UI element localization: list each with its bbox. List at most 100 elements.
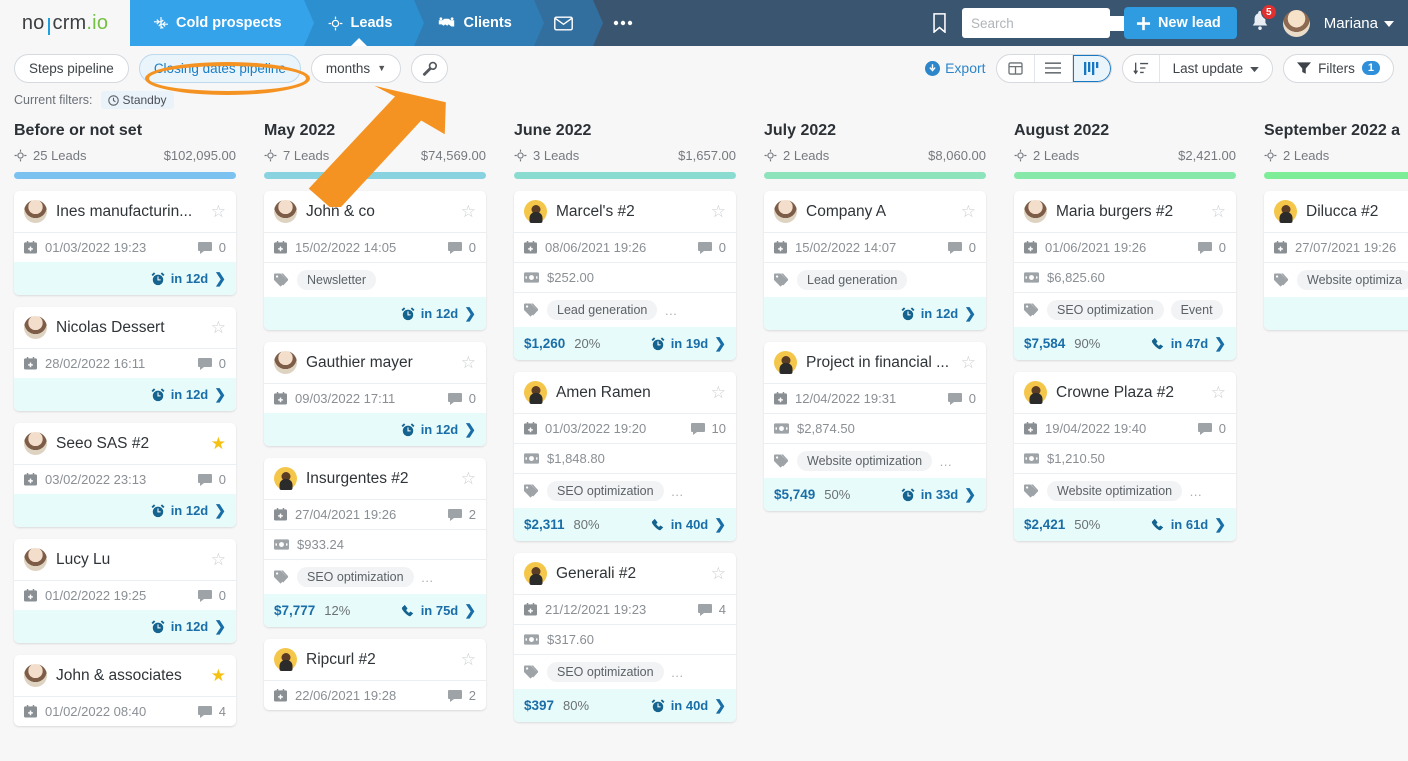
tag-chip[interactable]: Website optimiza xyxy=(1297,270,1408,290)
tags-overflow-indicator[interactable]: … xyxy=(671,484,685,499)
lead-card-footer[interactable]: $7,584 90% in 47d ❯ xyxy=(1014,327,1236,360)
user-menu[interactable]: Mariana xyxy=(1324,15,1394,32)
pipeline-column[interactable]: September 2022 a 2 Leads Dilucca #2☆ 27/07/… xyxy=(1250,122,1408,761)
lead-card-next-action[interactable]: in 33d ❯ xyxy=(901,486,976,503)
chevron-right-icon[interactable]: ❯ xyxy=(1214,335,1226,352)
chevron-right-icon[interactable]: ❯ xyxy=(1214,516,1226,533)
lead-card-footer[interactable]: $2,421 50% in 61d ❯ xyxy=(1014,508,1236,541)
search-box[interactable] xyxy=(961,8,1162,38)
lead-card[interactable]: Lucy Lu ☆ 01/02/2022 19:25 0 in 12d ❯ xyxy=(14,539,236,643)
lead-card-next-action[interactable]: in 12d ❯ xyxy=(151,502,226,519)
chevron-right-icon[interactable]: ❯ xyxy=(464,421,476,438)
favorite-star-icon[interactable]: ☆ xyxy=(211,319,226,336)
kanban-view-icon[interactable] xyxy=(1072,54,1111,82)
lead-card[interactable]: Generali #2 ☆ 21/12/2021 19:23 4 $317.60 SEO … xyxy=(514,553,736,722)
avatar[interactable] xyxy=(1282,9,1310,37)
lead-card-next-action[interactable]: in 12d ❯ xyxy=(401,305,476,322)
chevron-right-icon[interactable]: ❯ xyxy=(964,305,976,322)
favorite-star-icon[interactable]: ☆ xyxy=(961,203,976,220)
lead-card-footer[interactable]: $5,749 50% in 33d ❯ xyxy=(764,478,986,511)
lead-card-footer[interactable]: $7,777 12% in 75d ❯ xyxy=(264,594,486,627)
lead-card[interactable]: Gauthier mayer ☆ 09/03/2022 17:11 0 in 12d ❯ xyxy=(264,342,486,446)
pipeline-column[interactable]: June 2022 3 Leads $1,657.00 Marcel's #2 ☆ 08/… xyxy=(500,122,750,761)
chevron-right-icon[interactable]: ❯ xyxy=(214,618,226,635)
lead-card-next-action[interactable]: in 61d ❯ xyxy=(1151,516,1226,533)
favorite-star-icon[interactable]: ☆ xyxy=(961,354,976,371)
lead-card-footer[interactable]: in 12d ❯ xyxy=(264,297,486,330)
lead-card[interactable]: Dilucca #2☆ 27/07/2021 19:26 Website optim… xyxy=(1264,191,1408,330)
lead-card-footer[interactable]: in 12d ❯ xyxy=(264,413,486,446)
settings-button[interactable] xyxy=(411,53,449,83)
lead-card-footer[interactable]: in 12d ❯ xyxy=(14,610,236,643)
lead-card-next-action[interactable]: in 75d ❯ xyxy=(401,602,476,619)
lead-card-next-action[interactable]: in 40d ❯ xyxy=(651,697,726,714)
favorite-star-icon[interactable]: ☆ xyxy=(461,651,476,668)
lead-card-next-action[interactable]: in 12d ❯ xyxy=(901,305,976,322)
tag-chip[interactable]: SEO optimization xyxy=(297,567,414,587)
pipeline-column[interactable]: Before or not set 25 Leads $102,095.00 Ines… xyxy=(0,122,250,761)
tags-overflow-indicator[interactable]: … xyxy=(1189,484,1203,499)
lead-card-footer[interactable]: in 12d ❯ xyxy=(764,297,986,330)
tag-chip[interactable]: SEO optimization xyxy=(1047,300,1164,320)
lead-card[interactable]: Project in financial ... ☆ 12/04/2022 19:3… xyxy=(764,342,986,511)
lead-card-next-action[interactable]: in 47d ❯ xyxy=(1151,335,1226,352)
logo[interactable]: no crm .io xyxy=(0,0,130,46)
lead-card[interactable]: Insurgentes #2 ☆ 27/04/2021 19:26 2 $933.24 S… xyxy=(264,458,486,627)
favorite-star-icon[interactable]: ☆ xyxy=(461,354,476,371)
tag-chip[interactable]: Event xyxy=(1170,300,1223,320)
tag-chip[interactable]: Newsletter xyxy=(297,270,377,290)
lead-card-next-action[interactable]: in 19d ❯ xyxy=(651,335,726,352)
chevron-right-icon[interactable]: ❯ xyxy=(964,486,976,503)
lead-card-footer[interactable]: $2,311 80% in 40d ❯ xyxy=(514,508,736,541)
tags-overflow-indicator[interactable]: … xyxy=(664,303,678,318)
lead-card-next-action[interactable]: in 12d ❯ xyxy=(151,618,226,635)
tag-chip[interactable]: SEO optimization xyxy=(547,662,664,682)
lead-card-footer[interactable]: $1,260 20% in 19d ❯ xyxy=(514,327,736,360)
tag-chip[interactable]: Lead generation xyxy=(797,270,908,290)
favorite-star-icon[interactable]: ☆ xyxy=(711,565,726,582)
chevron-right-icon[interactable]: ❯ xyxy=(714,335,726,352)
lead-card[interactable]: Nicolas Dessert ☆ 28/02/2022 16:11 0 in 12d ❯ xyxy=(14,307,236,411)
favorite-star-icon[interactable]: ☆ xyxy=(461,470,476,487)
lead-card-footer[interactable]: in 12d ❯ xyxy=(14,378,236,411)
chevron-right-icon[interactable]: ❯ xyxy=(464,602,476,619)
grid-view-icon[interactable] xyxy=(997,54,1035,82)
favorite-star-icon[interactable]: ☆ xyxy=(1211,203,1226,220)
notifications-button[interactable]: 5 xyxy=(1251,4,1277,35)
tag-chip[interactable]: Website optimization xyxy=(797,451,933,471)
tag-chip[interactable]: Lead generation xyxy=(547,300,658,320)
lead-card-footer[interactable]: $397 80% in 40d ❯ xyxy=(514,689,736,722)
lead-card[interactable]: Ripcurl #2 ☆ 22/06/2021 19:28 2 xyxy=(264,639,486,710)
new-lead-button[interactable]: New lead xyxy=(1123,7,1237,39)
nav-tab-clients[interactable]: Clients xyxy=(414,0,544,46)
favorite-star-icon[interactable]: ★ xyxy=(211,667,226,684)
lead-card[interactable]: Ines manufacturin... ☆ 01/03/2022 19:23 0 in… xyxy=(14,191,236,295)
sort-field-selector[interactable]: Last update xyxy=(1160,61,1273,76)
lead-card[interactable]: Company A ☆ 15/02/2022 14:07 0 Lead generati… xyxy=(764,191,986,330)
lead-card-footer[interactable]: ❯ xyxy=(1264,297,1408,330)
lead-card-next-action[interactable]: in 12d ❯ xyxy=(151,386,226,403)
bookmark-icon[interactable] xyxy=(931,13,948,33)
sort-direction-button[interactable] xyxy=(1123,54,1160,82)
lead-card[interactable]: John & co ☆ 15/02/2022 14:05 0 Newsletter in … xyxy=(264,191,486,330)
lead-card[interactable]: Amen Ramen ☆ 01/03/2022 19:20 10 $1,848.80 SE… xyxy=(514,372,736,541)
lead-card-footer[interactable]: in 12d ❯ xyxy=(14,494,236,527)
pipeline-column[interactable]: May 2022 7 Leads $74,569.00 John & co ☆ 15/02… xyxy=(250,122,500,761)
lead-card-next-action[interactable]: in 12d ❯ xyxy=(151,270,226,287)
favorite-star-icon[interactable]: ☆ xyxy=(711,384,726,401)
nav-tab-cold-prospects[interactable]: Cold prospects xyxy=(130,0,314,46)
pipeline-column[interactable]: July 2022 2 Leads $8,060.00 Company A ☆ 15/02… xyxy=(750,122,1000,761)
lead-card-next-action[interactable]: in 12d ❯ xyxy=(401,421,476,438)
favorite-star-icon[interactable]: ☆ xyxy=(211,203,226,220)
chevron-right-icon[interactable]: ❯ xyxy=(214,502,226,519)
tags-overflow-indicator[interactable]: … xyxy=(939,454,953,469)
tags-overflow-indicator[interactable]: … xyxy=(671,665,685,680)
steps-pipeline-button[interactable]: Steps pipeline xyxy=(14,53,129,83)
lead-card[interactable]: Maria burgers #2 ☆ 01/06/2021 19:26 0 $6,825… xyxy=(1014,191,1236,360)
list-view-icon[interactable] xyxy=(1035,54,1073,82)
chevron-right-icon[interactable]: ❯ xyxy=(714,516,726,533)
tag-chip[interactable]: SEO optimization xyxy=(547,481,664,501)
lead-card[interactable]: Seeo SAS #2 ★ 03/02/2022 23:13 0 in 12d ❯ xyxy=(14,423,236,527)
lead-card[interactable]: John & associates ★ 01/02/2022 08:40 4 xyxy=(14,655,236,726)
lead-card[interactable]: Crowne Plaza #2 ☆ 19/04/2022 19:40 0 $1,210.… xyxy=(1014,372,1236,541)
